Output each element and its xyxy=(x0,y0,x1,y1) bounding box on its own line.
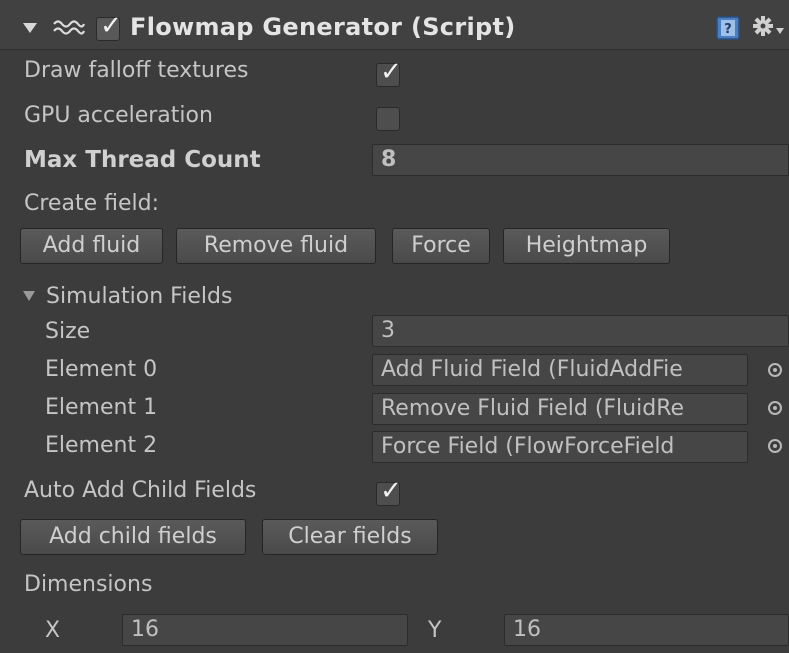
dimension-x-label: X xyxy=(45,618,61,643)
component-enabled-checkbox[interactable]: ✓ xyxy=(96,11,122,41)
svg-text:?: ? xyxy=(724,22,732,37)
checkmark-icon: ✓ xyxy=(100,11,122,41)
force-button[interactable]: Force xyxy=(392,228,490,264)
gpu-acceleration-checkbox[interactable] xyxy=(376,107,400,131)
foldout-arrow-icon[interactable] xyxy=(22,22,38,34)
checkmark-icon: ✓ xyxy=(380,57,402,87)
element-1-label: Element 1 xyxy=(45,395,158,420)
element-2-object-field[interactable]: Force Field (FlowForceField xyxy=(372,431,748,463)
object-picker-icon[interactable] xyxy=(768,401,782,415)
auto-add-child-fields-label: Auto Add Child Fields xyxy=(24,478,257,503)
add-fluid-button[interactable]: Add fluid xyxy=(20,228,163,264)
max-thread-count-field[interactable]: 8 xyxy=(372,144,789,176)
dimension-y-field[interactable]: 16 xyxy=(504,614,789,646)
element-1-object-field[interactable]: Remove Fluid Field (FluidRe xyxy=(372,393,748,425)
simulation-fields-label[interactable]: Simulation Fields xyxy=(46,284,232,309)
help-book-icon[interactable]: ? xyxy=(716,16,740,40)
gear-icon[interactable] xyxy=(752,14,786,40)
add-child-fields-button[interactable]: Add child fields xyxy=(20,519,246,555)
draw-falloff-checkbox[interactable]: ✓ xyxy=(376,57,402,87)
draw-falloff-label: Draw falloff textures xyxy=(24,58,249,83)
object-picker-icon[interactable] xyxy=(768,363,782,377)
clear-fields-button[interactable]: Clear fields xyxy=(262,519,438,555)
element-0-object-field[interactable]: Add Fluid Field (FluidAddFie xyxy=(372,354,748,386)
simulation-fields-foldout-icon[interactable] xyxy=(22,290,36,302)
dimensions-label: Dimensions xyxy=(24,572,153,597)
size-field[interactable]: 3 xyxy=(372,315,789,347)
create-field-label: Create field: xyxy=(24,191,159,216)
object-picker-icon[interactable] xyxy=(768,439,782,453)
checkmark-icon: ✓ xyxy=(380,476,402,506)
script-icon xyxy=(53,20,86,35)
element-2-label: Element 2 xyxy=(45,433,158,458)
dimension-x-field[interactable]: 16 xyxy=(122,614,408,646)
max-thread-count-label: Max Thread Count xyxy=(24,147,261,173)
gpu-acceleration-label: GPU acceleration xyxy=(24,103,213,128)
auto-add-child-fields-checkbox[interactable]: ✓ xyxy=(376,476,402,506)
remove-fluid-button[interactable]: Remove fluid xyxy=(176,228,376,264)
component-title: Flowmap Generator (Script) xyxy=(130,13,516,41)
heightmap-button[interactable]: Heightmap xyxy=(503,228,670,264)
size-label: Size xyxy=(45,319,91,344)
dimension-y-label: Y xyxy=(428,618,442,643)
element-0-label: Element 0 xyxy=(45,357,158,382)
